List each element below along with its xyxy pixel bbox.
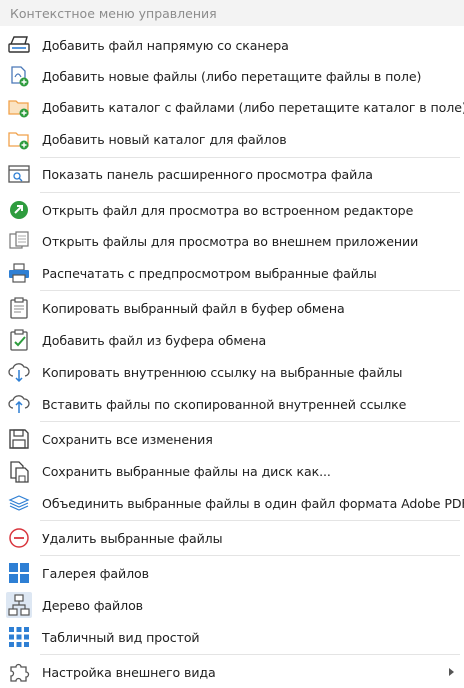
menu-item-label: Открыть файл для просмотра во встроенном… [42, 202, 414, 218]
menu-item-label: Удалить выбранные файлы [42, 530, 223, 546]
menu-item-paste-clipboard[interactable]: Добавить файл из буфера обмена [0, 325, 464, 355]
clipboard-paste-icon [6, 327, 32, 353]
menu-item-add-folder[interactable]: Добавить новый каталог для файлов [0, 124, 464, 154]
menu-item-tree[interactable]: Дерево файлов [0, 590, 464, 620]
separator [40, 192, 460, 193]
menu-item-add-files[interactable]: Добавить новые файлы (либо перетащите фа… [0, 61, 464, 91]
submenu-arrow-icon [449, 668, 454, 676]
menu-item-label: Вставить файлы по скопированной внутренн… [42, 396, 407, 412]
menu-item-open-external[interactable]: Открыть файлы для просмотра во внешнем п… [0, 226, 464, 256]
open-editor-icon [6, 197, 32, 223]
cloud-upload-icon [6, 391, 32, 417]
separator [40, 555, 460, 556]
menu-item-merge-pdf[interactable]: Объединить выбранные файлы в один файл ф… [0, 488, 464, 518]
menu-item-delete[interactable]: Удалить выбранные файлы [0, 523, 464, 553]
menu-item-appearance[interactable]: Настройка внешнего вида [0, 657, 464, 687]
menu-item-label: Галерея файлов [42, 565, 149, 581]
add-files-icon [6, 63, 32, 89]
menu-item-label: Сохранить все изменения [42, 431, 213, 447]
menu-item-label: Добавить файл напрямую со сканера [42, 37, 289, 53]
menu-item-save-as[interactable]: Сохранить выбранные файлы на диск как... [0, 456, 464, 486]
menu-item-label: Табличный вид простой [42, 629, 200, 645]
menu-item-paste-link[interactable]: Вставить файлы по скопированной внутренн… [0, 389, 464, 419]
menu-item-copy-clipboard[interactable]: Копировать выбранный файл в буфер обмена [0, 293, 464, 323]
menu-item-label: Распечатать с предпросмотром выбранные ф… [42, 265, 377, 281]
separator [40, 157, 460, 158]
menu-item-label: Показать панель расширенного просмотра ф… [42, 166, 373, 182]
menu-item-label: Объединить выбранные файлы в один файл ф… [42, 495, 464, 511]
menu-item-gallery[interactable]: Галерея файлов [0, 558, 464, 588]
save-icon [6, 426, 32, 452]
merge-pdf-icon [6, 490, 32, 516]
separator [40, 421, 460, 422]
menu-item-label: Добавить файл из буфера обмена [42, 332, 267, 348]
menu-item-label: Настройка внешнего вида [42, 664, 216, 680]
cloud-download-icon [6, 359, 32, 385]
add-folder-files-icon [6, 94, 32, 120]
context-menu: Контекстное меню управления Добавить фай… [0, 0, 464, 688]
menu-item-label: Добавить каталог с файлами (либо перетащ… [42, 99, 464, 115]
save-as-icon [6, 458, 32, 484]
menu-item-label: Добавить новые файлы (либо перетащите фа… [42, 68, 422, 84]
menu-item-label: Дерево файлов [42, 597, 144, 613]
menu-item-label: Копировать внутреннюю ссылку на выбранны… [42, 364, 403, 380]
scanner-icon [6, 32, 32, 58]
menu-title: Контекстное меню управления [0, 0, 464, 26]
menu-item-preview-panel[interactable]: Показать панель расширенного просмотра ф… [0, 159, 464, 189]
menu-item-label: Сохранить выбранные файлы на диск как... [42, 463, 331, 479]
menu-item-open-editor[interactable]: Открыть файл для просмотра во встроенном… [0, 195, 464, 225]
preview-panel-icon [6, 161, 32, 187]
menu-item-table-view[interactable]: Табличный вид простой [0, 622, 464, 652]
gallery-icon [6, 560, 32, 586]
menu-item-scan[interactable]: Добавить файл напрямую со сканера [0, 30, 464, 60]
delete-icon [6, 525, 32, 551]
clipboard-copy-icon [6, 295, 32, 321]
puzzle-icon [6, 659, 32, 685]
add-folder-icon [6, 126, 32, 152]
menu-item-print[interactable]: Распечатать с предпросмотром выбранные ф… [0, 258, 464, 288]
separator [40, 654, 460, 655]
table-view-icon [6, 624, 32, 650]
menu-item-copy-link[interactable]: Копировать внутреннюю ссылку на выбранны… [0, 357, 464, 387]
open-external-icon [6, 228, 32, 254]
menu-item-save-all[interactable]: Сохранить все изменения [0, 424, 464, 454]
menu-item-label: Открыть файлы для просмотра во внешнем п… [42, 233, 419, 249]
menu-item-label: Добавить новый каталог для файлов [42, 131, 287, 147]
menu-item-label: Копировать выбранный файл в буфер обмена [42, 300, 345, 316]
separator [40, 290, 460, 291]
printer-icon [6, 260, 32, 286]
separator [40, 520, 460, 521]
menu-item-add-folder-files[interactable]: Добавить каталог с файлами (либо перетащ… [0, 92, 464, 122]
tree-icon [6, 592, 32, 618]
